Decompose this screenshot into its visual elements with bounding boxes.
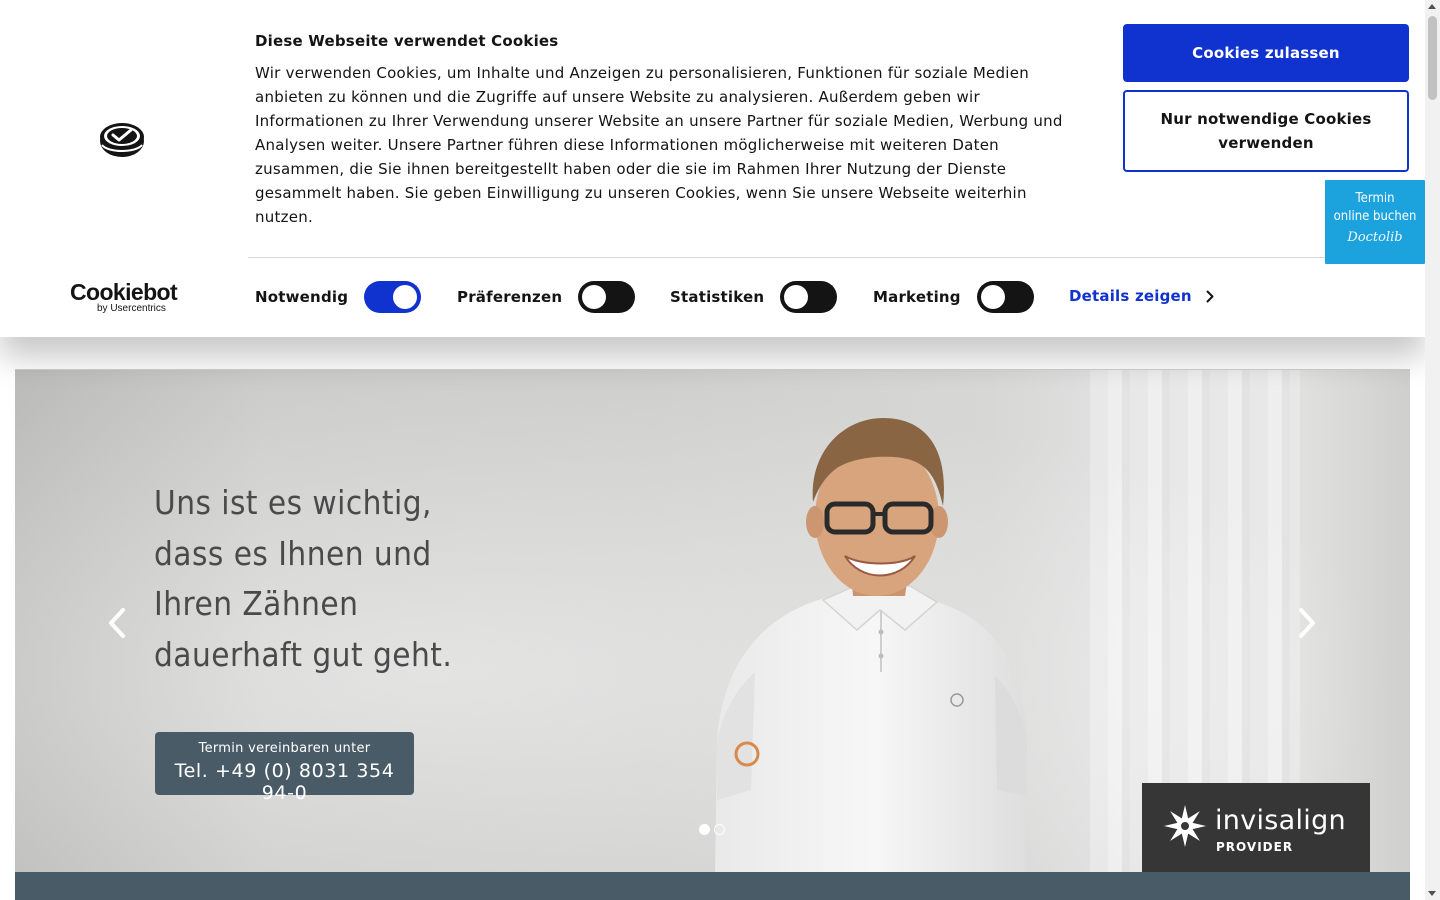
hero-headline-line: dauerhaft gut geht. — [154, 634, 453, 674]
cookie-banner-description: Wir verwenden Cookies, um Inhalte und An… — [255, 64, 1063, 226]
allow-cookies-button[interactable]: Cookies zulassen — [1123, 24, 1409, 82]
marketing-toggle[interactable] — [976, 281, 1034, 313]
page: Uns ist es wichtig, dass es Ihnen und Ih… — [0, 0, 1440, 900]
badge-subtitle: PROVIDER — [1216, 840, 1294, 854]
scroll-down-icon[interactable] — [1428, 891, 1436, 896]
hero-headline-line: Ihren Zähnen — [154, 584, 359, 623]
details-link-label: Details zeigen — [1069, 287, 1192, 305]
hero-person-image — [715, 418, 1027, 872]
toggle-label: Notwendig — [255, 288, 349, 306]
scroll-up-icon[interactable] — [1428, 4, 1436, 9]
cookie-consent-banner: Diese Webseite verwendet Cookies Wir ver… — [0, 0, 1425, 337]
slider-pagination — [699, 824, 725, 835]
hero-headline: Uns ist es wichtig, dass es Ihnen und Ih… — [154, 478, 496, 680]
details-link[interactable]: Details zeigen — [1069, 287, 1214, 305]
toggle-label: Marketing — [873, 288, 961, 306]
necessary-toggle[interactable] — [364, 281, 422, 313]
slider-dot[interactable] — [699, 824, 710, 835]
slider-dot[interactable] — [714, 824, 725, 835]
navigation-bar — [15, 872, 1410, 900]
toggle-label: Präferenzen — [457, 288, 563, 306]
toggle-label: Statistiken — [670, 288, 765, 306]
badge-name: invisalign — [1215, 805, 1346, 836]
cookie-banner-title: Diese Webseite verwendet Cookies — [255, 32, 559, 50]
toggle-group-statistics: Statistiken — [670, 281, 838, 313]
statistics-toggle[interactable] — [780, 281, 838, 313]
slider-prev-button[interactable] — [103, 606, 131, 640]
phone-caption: Termin vereinbaren unter — [198, 741, 371, 756]
toggle-group-preferences: Präferenzen — [457, 281, 636, 313]
necessary-cookies-button[interactable]: Nur notwendige Cookies verwenden — [1123, 90, 1409, 172]
toggle-group-marketing: Marketing — [873, 281, 1034, 313]
invisalign-provider-badge[interactable]: invisalign PROVIDER — [1142, 783, 1370, 872]
scrollbar-thumb[interactable] — [1428, 16, 1437, 100]
doctolib-line1: Termin — [1355, 191, 1395, 206]
preferences-toggle[interactable] — [578, 281, 636, 313]
cookiebot-byline: by Usercentrics — [97, 303, 166, 314]
toggle-knob — [393, 285, 418, 309]
cookiebot-wordmark: Cookiebot — [70, 279, 178, 305]
phone-callout[interactable]: Termin vereinbaren unter Tel. +49 (0) 80… — [155, 732, 414, 804]
hero-slider: Uns ist es wichtig, dass es Ihnen und Ih… — [15, 370, 1410, 872]
toggle-knob — [980, 285, 1005, 309]
doctolib-logo: Doctolib — [1347, 230, 1403, 245]
toggle-knob — [784, 285, 809, 309]
starburst-icon — [1164, 805, 1206, 847]
toggle-group-necessary: Notwendig — [255, 281, 422, 313]
cookie-check-icon — [100, 123, 144, 157]
cookie-banner-divider — [248, 257, 1418, 258]
hero-headline-line: dass es Ihnen und — [154, 533, 432, 573]
hero-headline-line: Uns ist es wichtig, — [154, 483, 432, 522]
chevron-right-icon — [1206, 290, 1214, 302]
phone-number[interactable]: Tel. +49 (0) 8031 354 94-0 — [155, 760, 414, 804]
toggle-knob — [582, 285, 607, 309]
doctolib-booking-widget[interactable]: Termin online buchen Doctolib — [1325, 180, 1425, 264]
chevron-right-icon — [1299, 608, 1315, 638]
chevron-left-icon — [109, 608, 125, 638]
slider-next-button[interactable] — [1293, 606, 1321, 640]
doctolib-line2: online buchen — [1333, 209, 1417, 224]
cookiebot-logo[interactable]: Cookiebot by Usercentrics — [70, 279, 178, 316]
page-scrollbar[interactable] — [1425, 0, 1440, 900]
